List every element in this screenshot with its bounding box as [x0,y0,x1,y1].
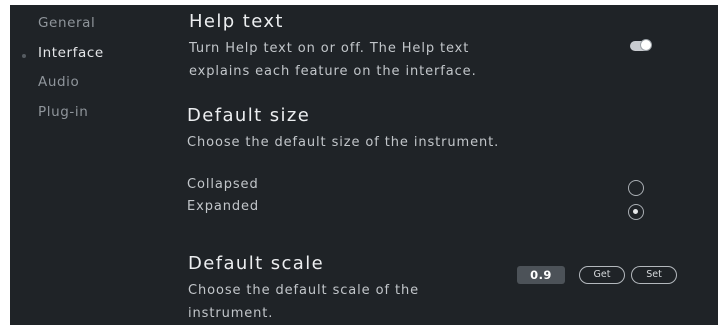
scale-value-field[interactable]: 0.9 [517,266,565,284]
get-button[interactable]: Get [579,266,625,284]
default-scale-description-line-2: instrument. [188,306,274,321]
preferences-panel: General Interface Audio Plug-in Help tex… [10,5,718,325]
set-button[interactable]: Set [631,266,677,284]
help-text-description-line-2: explains each feature on the interface. [189,64,477,79]
sidebar-item-interface[interactable]: Interface [38,45,104,61]
toggle-knob [640,39,652,51]
collapsed-label: Collapsed [187,177,259,192]
collapsed-radio[interactable] [628,180,644,196]
help-text-toggle[interactable] [630,39,652,51]
default-scale-description: Choose the default scale of the instrume… [188,279,419,325]
active-indicator-dot [22,54,26,58]
radio-selected-dot [633,209,638,214]
default-size-description: Choose the default size of the instrumen… [187,135,500,150]
default-scale-description-line-1: Choose the default scale of the [188,283,419,298]
expanded-label: Expanded [187,199,260,214]
sidebar-item-plug-in[interactable]: Plug-in [38,104,88,120]
sidebar: General Interface Audio Plug-in [10,5,170,325]
help-text-heading: Help text [189,11,284,32]
sidebar-item-general[interactable]: General [38,15,95,31]
default-scale-heading: Default scale [188,253,325,274]
help-text-description: Turn Help text on or off. The Help text … [189,37,477,83]
help-text-description-line-1: Turn Help text on or off. The Help text [189,41,470,56]
expanded-radio[interactable] [628,204,644,220]
default-size-heading: Default size [187,105,311,126]
sidebar-item-audio[interactable]: Audio [38,74,79,90]
